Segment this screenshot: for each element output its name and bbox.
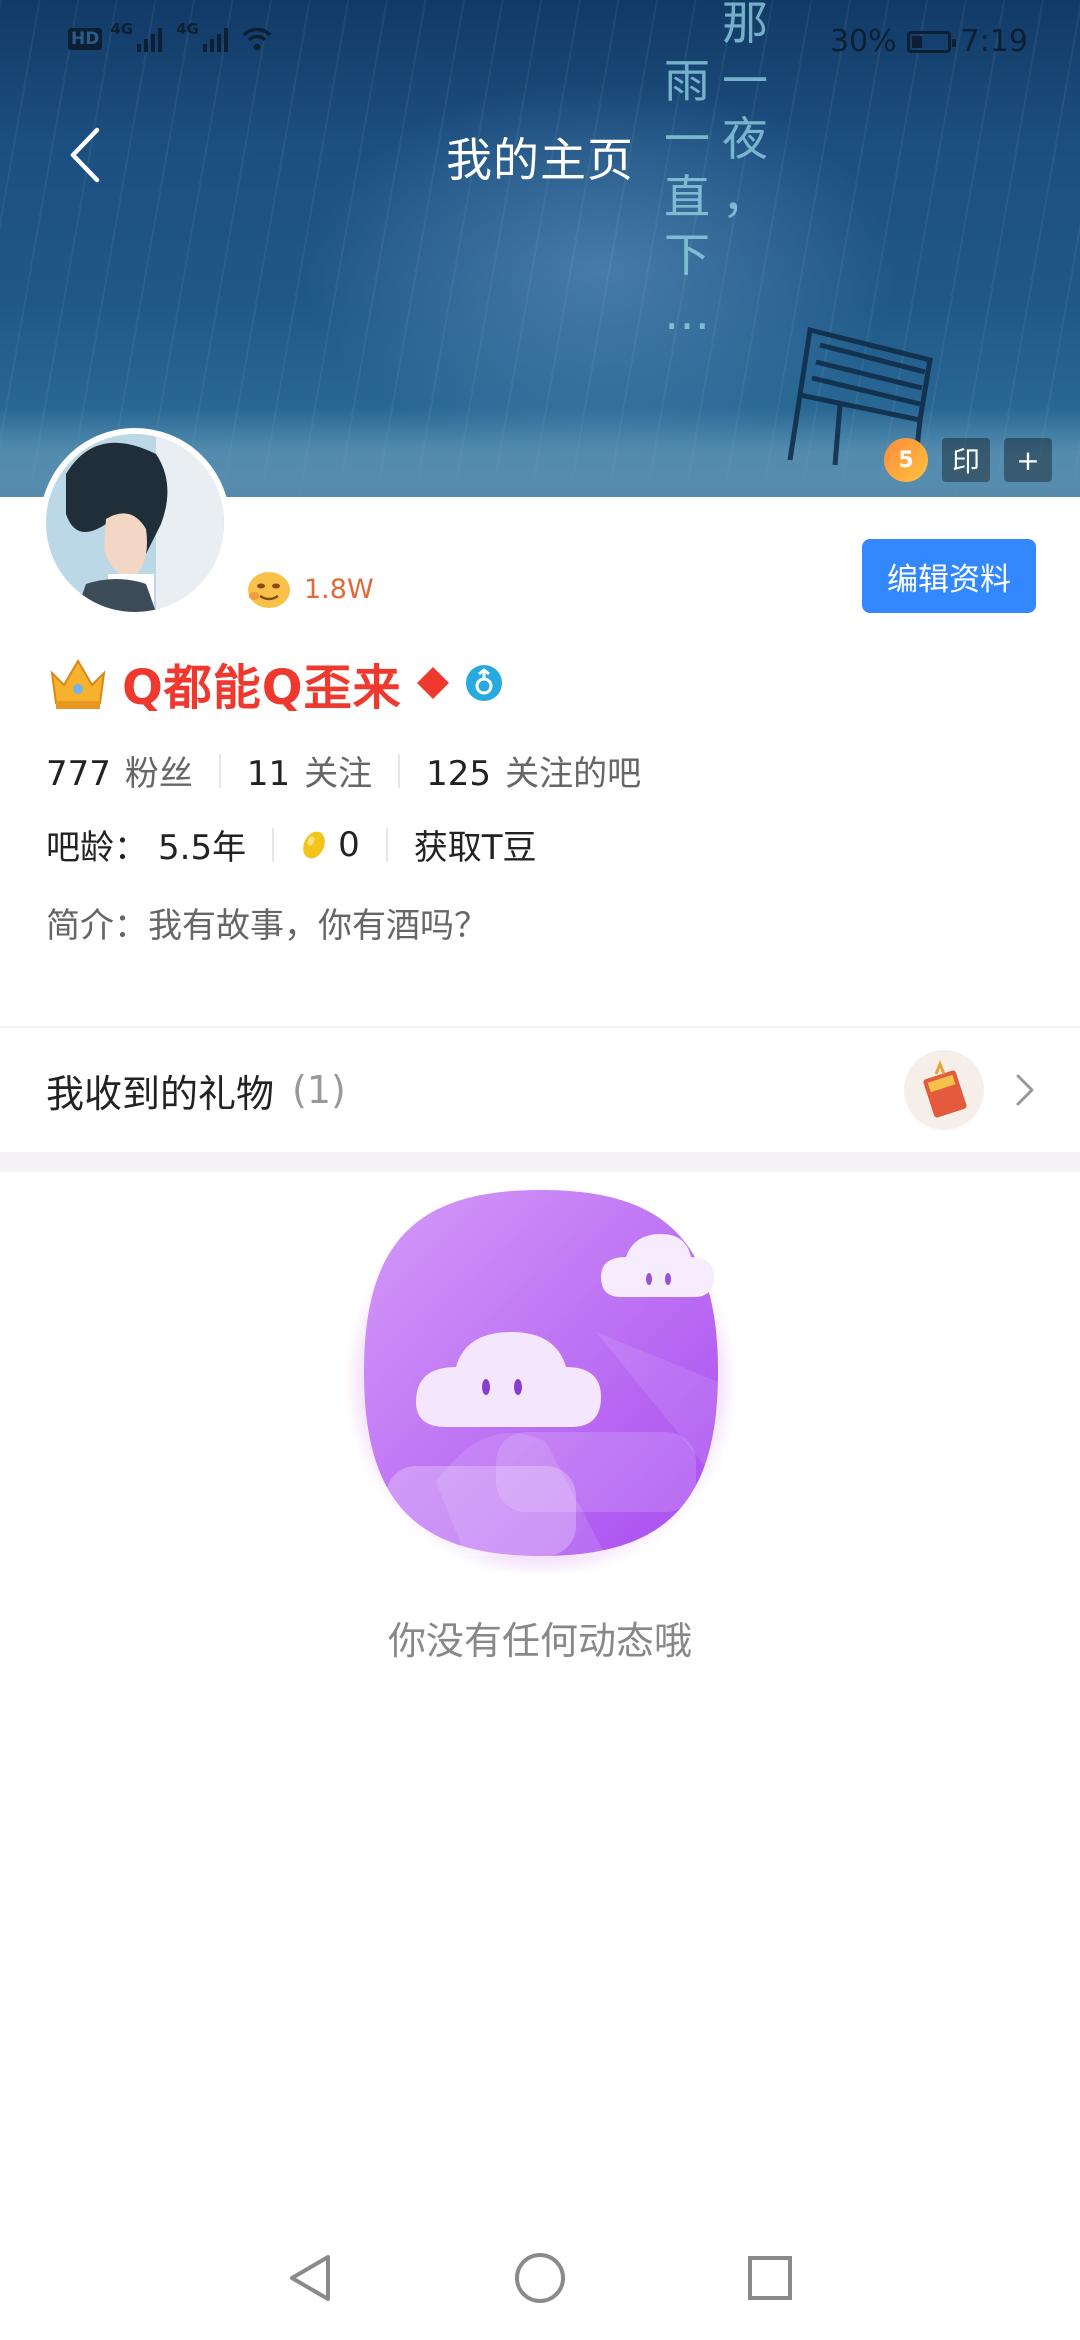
empty-state-message: 你没有任何动态哦 bbox=[387, 1619, 692, 1663]
name-row: Q都能Q歪来 bbox=[46, 648, 504, 718]
fans-face-icon bbox=[248, 572, 290, 608]
stat-value: 125 bbox=[426, 754, 492, 794]
stat-fans[interactable]: 777 粉丝 bbox=[46, 746, 219, 795]
nav-recents-button[interactable] bbox=[735, 2248, 805, 2308]
stamp-button[interactable]: 印 bbox=[942, 438, 990, 482]
gifts-count: (1) bbox=[292, 1068, 346, 1112]
tdou-balance: 0 bbox=[274, 825, 386, 865]
recents-square-icon bbox=[748, 2256, 792, 2300]
empty-state-cloud-icon bbox=[356, 1190, 726, 1567]
hd-indicator: HD bbox=[68, 28, 103, 50]
fans-level-count: 1.8W bbox=[304, 573, 374, 605]
stat-followed-bars[interactable]: 125 关注的吧 bbox=[400, 746, 667, 795]
username: Q都能Q歪来 bbox=[122, 660, 402, 716]
stats-row: 777 粉丝 11 关注 125 关注的吧 bbox=[46, 746, 667, 795]
battery-icon bbox=[906, 30, 956, 53]
nav-back-triangle-icon bbox=[290, 2255, 330, 2301]
stat-value: 11 bbox=[246, 754, 291, 794]
home-circle-icon bbox=[515, 2253, 565, 2303]
network-type-1: 4G bbox=[110, 20, 134, 38]
status-bar: HD 4G 4G 30% 7:19 bbox=[0, 0, 1080, 90]
nav-back-button[interactable] bbox=[274, 2248, 344, 2308]
stat-label: 关注 bbox=[304, 754, 373, 794]
signal-icon bbox=[137, 26, 163, 52]
edit-profile-button[interactable]: 编辑资料 bbox=[862, 539, 1036, 613]
bar-age-label: 吧龄： bbox=[46, 828, 148, 868]
section-divider bbox=[0, 1152, 1080, 1172]
signal-icon-2 bbox=[202, 26, 228, 52]
bar-age-value: 5.5年 bbox=[158, 828, 247, 868]
stat-label: 粉丝 bbox=[124, 754, 193, 794]
stat-label: 关注的吧 bbox=[505, 754, 642, 794]
crown-icon bbox=[50, 659, 106, 709]
bean-icon bbox=[303, 831, 325, 858]
stat-value: 777 bbox=[46, 754, 111, 794]
page-title: 我的主页 bbox=[446, 133, 634, 187]
gifts-row[interactable]: 我收到的礼物 (1) bbox=[0, 1028, 1080, 1152]
avatar[interactable] bbox=[40, 428, 230, 618]
status-left: HD 4G 4G bbox=[68, 20, 272, 52]
chevron-right-icon bbox=[1016, 1074, 1034, 1106]
banner-poem-col2: 雨 一 直 下 … bbox=[664, 54, 710, 340]
level-badge-icon[interactable]: 5 bbox=[884, 438, 928, 482]
status-right: 30% 7:19 bbox=[830, 24, 1028, 59]
battery-percent: 30% bbox=[829, 24, 897, 59]
get-tdou-link[interactable]: 获取T豆 bbox=[388, 820, 563, 869]
stat-following[interactable]: 11 关注 bbox=[221, 746, 398, 795]
fans-level: 1.8W bbox=[246, 568, 374, 610]
info-row: 吧龄： 5.5年 0 获取T豆 bbox=[46, 820, 563, 869]
nav-home-button[interactable] bbox=[505, 2248, 575, 2308]
diamond-icon bbox=[416, 667, 449, 699]
wifi-icon bbox=[242, 27, 272, 51]
tdou-value: 0 bbox=[338, 824, 360, 865]
gift-thumbnail bbox=[904, 1050, 984, 1130]
profile-intro: 简介：我有故事，你有酒吗？ bbox=[46, 906, 488, 946]
add-button[interactable]: + bbox=[1004, 438, 1052, 482]
gifts-title: 我收到的礼物 bbox=[46, 1071, 275, 1116]
banner-tools: 5 印 + bbox=[884, 438, 1052, 482]
network-type-2: 4G bbox=[176, 20, 199, 38]
bar-age: 吧龄： 5.5年 bbox=[46, 820, 272, 869]
gift-book-icon bbox=[923, 1060, 967, 1118]
get-tdou-label: 获取T豆 bbox=[413, 828, 537, 868]
gender-male-icon bbox=[465, 665, 502, 701]
clock: 7:19 bbox=[960, 24, 1028, 59]
avatar-image bbox=[46, 434, 224, 612]
